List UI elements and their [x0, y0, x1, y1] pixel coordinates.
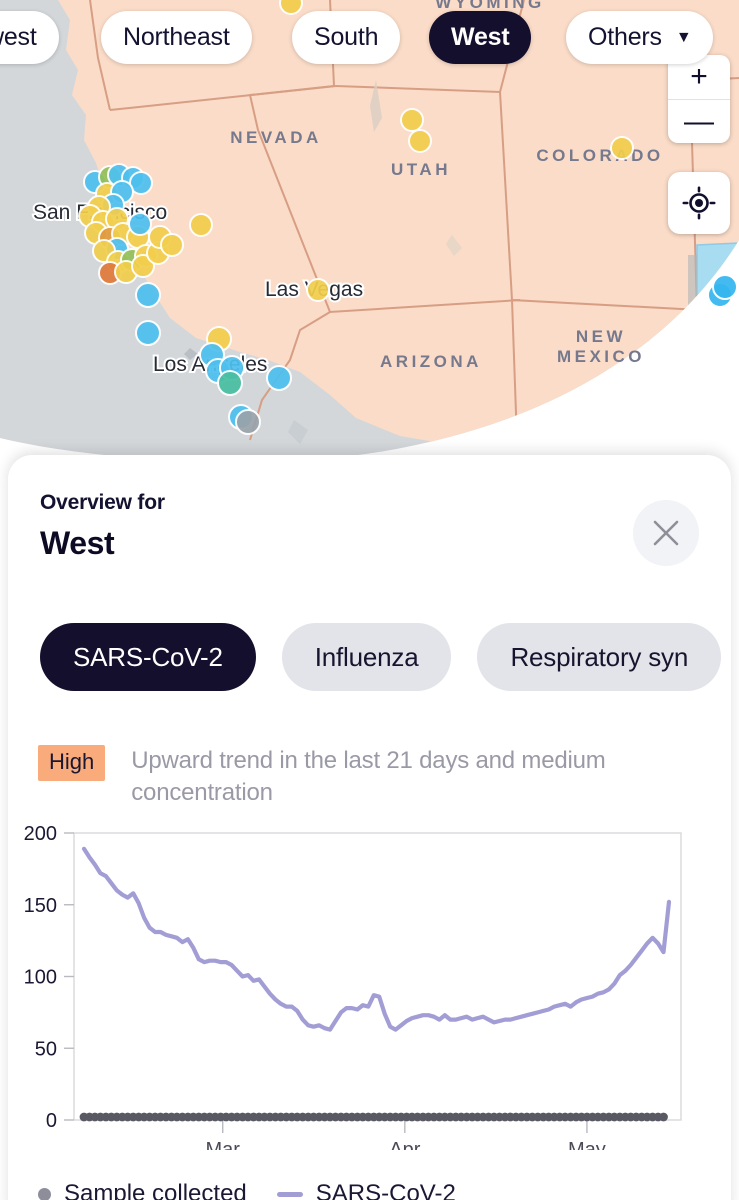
region-tab-label: West: [451, 23, 510, 51]
crosshair-icon: [682, 186, 716, 220]
region-tab-northeast[interactable]: Northeast: [101, 11, 252, 64]
close-button[interactable]: [633, 500, 699, 566]
map-sample-marker[interactable]: [400, 108, 424, 132]
map-sample-marker[interactable]: [128, 212, 152, 236]
sample-dot-icon: [38, 1187, 51, 1200]
status-description: Upward trend in the last 21 days and med…: [131, 747, 606, 806]
x-axis-tick-label: Apr: [389, 1139, 420, 1150]
y-axis-tick-label: 50: [35, 1038, 57, 1060]
map-sample-marker[interactable]: [217, 370, 243, 396]
pathogen-tab-label: SARS-CoV-2: [73, 641, 223, 672]
app-root: WYOMING NEVADA UTAH COLORADO NEW MEXICO …: [0, 0, 739, 1200]
locate-me-button[interactable]: [668, 172, 730, 234]
region-tab-west[interactable]: West: [429, 11, 532, 64]
legend-label: Sample collected: [64, 1180, 247, 1200]
close-icon: [653, 520, 679, 546]
region-tab-midwest[interactable]: west: [0, 11, 59, 64]
panel-header: Overview for West: [40, 491, 165, 562]
x-axis-tick-label: May: [568, 1139, 606, 1150]
tab-sars-cov-2[interactable]: SARS-CoV-2: [40, 623, 256, 691]
svg-text:ARIZONA: ARIZONA: [380, 352, 482, 371]
map-sample-marker[interactable]: [235, 409, 261, 435]
pathogen-tab-label: Respiratory syn: [510, 641, 689, 672]
overview-panel: Overview for West SARS-CoV-2 Influenza R…: [8, 455, 731, 1200]
y-axis-tick-label: 100: [24, 967, 57, 989]
region-tab-others[interactable]: Others ▼: [566, 11, 714, 64]
sample-collected-dots: [79, 1112, 668, 1122]
region-tab-label: Others: [588, 23, 662, 51]
map-container[interactable]: WYOMING NEVADA UTAH COLORADO NEW MEXICO …: [0, 0, 739, 470]
chart-svg: 0 50 100 150 200 Mar Apr May: [24, 823, 682, 1161]
region-tab-bar[interactable]: west Northeast South West Others ▼: [0, 11, 739, 69]
tab-respiratory-syncytial-virus[interactable]: Respiratory syn: [477, 623, 722, 691]
region-tab-label: Northeast: [123, 23, 230, 51]
region-tab-label: South: [314, 23, 379, 51]
y-axis-tick-label: 0: [46, 1110, 57, 1132]
zoom-out-icon: —: [684, 104, 714, 138]
legend-item-sample-collected: Sample collected: [38, 1180, 247, 1200]
map-sample-marker[interactable]: [610, 136, 634, 160]
pathogen-tab-label: Influenza: [314, 641, 419, 672]
page-title: West: [40, 525, 115, 561]
map-sample-marker[interactable]: [135, 320, 161, 346]
svg-text:UTAH: UTAH: [391, 160, 451, 179]
chart-plot-frame: [73, 832, 682, 1121]
svg-text:MEXICO: MEXICO: [557, 347, 645, 366]
svg-text:NEVADA: NEVADA: [230, 128, 322, 147]
map-sample-marker[interactable]: [712, 274, 738, 300]
map-sample-marker[interactable]: [135, 282, 161, 308]
pathogen-tab-bar[interactable]: SARS-CoV-2 Influenza Respiratory syn: [40, 623, 722, 691]
svg-text:COLORADO: COLORADO: [536, 146, 663, 165]
map-sample-marker[interactable]: [189, 213, 213, 237]
chart-legend: Sample collected SARS-CoV-2: [38, 1180, 456, 1200]
legend-label: SARS-CoV-2: [315, 1180, 456, 1200]
sample-collected-dot: [659, 1112, 668, 1122]
zoom-out-button[interactable]: —: [668, 99, 730, 143]
status-badge: High: [38, 745, 106, 782]
timeseries-chart[interactable]: 0 50 100 150 200 Mar Apr May: [8, 820, 731, 1161]
map-sample-marker[interactable]: [408, 129, 432, 153]
y-axis-tick-label: 200: [24, 823, 57, 845]
region-tab-label: west: [0, 23, 37, 51]
legend-item-sars-cov-2: SARS-CoV-2: [259, 1180, 456, 1200]
map-sample-marker[interactable]: [266, 365, 292, 391]
map-sample-marker[interactable]: [306, 278, 330, 302]
chevron-down-icon: ▼: [675, 28, 692, 46]
series-line-icon: [276, 1191, 303, 1197]
map-svg: WYOMING NEVADA UTAH COLORADO NEW MEXICO …: [0, 0, 739, 470]
overview-label: Overview for: [40, 491, 165, 514]
status-row: High Upward trend in the last 21 days an…: [38, 745, 651, 808]
y-axis-tick-label: 150: [24, 895, 57, 917]
svg-text:NEW: NEW: [576, 327, 626, 346]
tab-influenza[interactable]: Influenza: [281, 623, 452, 691]
region-tab-south[interactable]: South: [292, 11, 401, 64]
map-sample-marker[interactable]: [160, 233, 184, 257]
x-axis-tick-label: Mar: [205, 1139, 240, 1150]
